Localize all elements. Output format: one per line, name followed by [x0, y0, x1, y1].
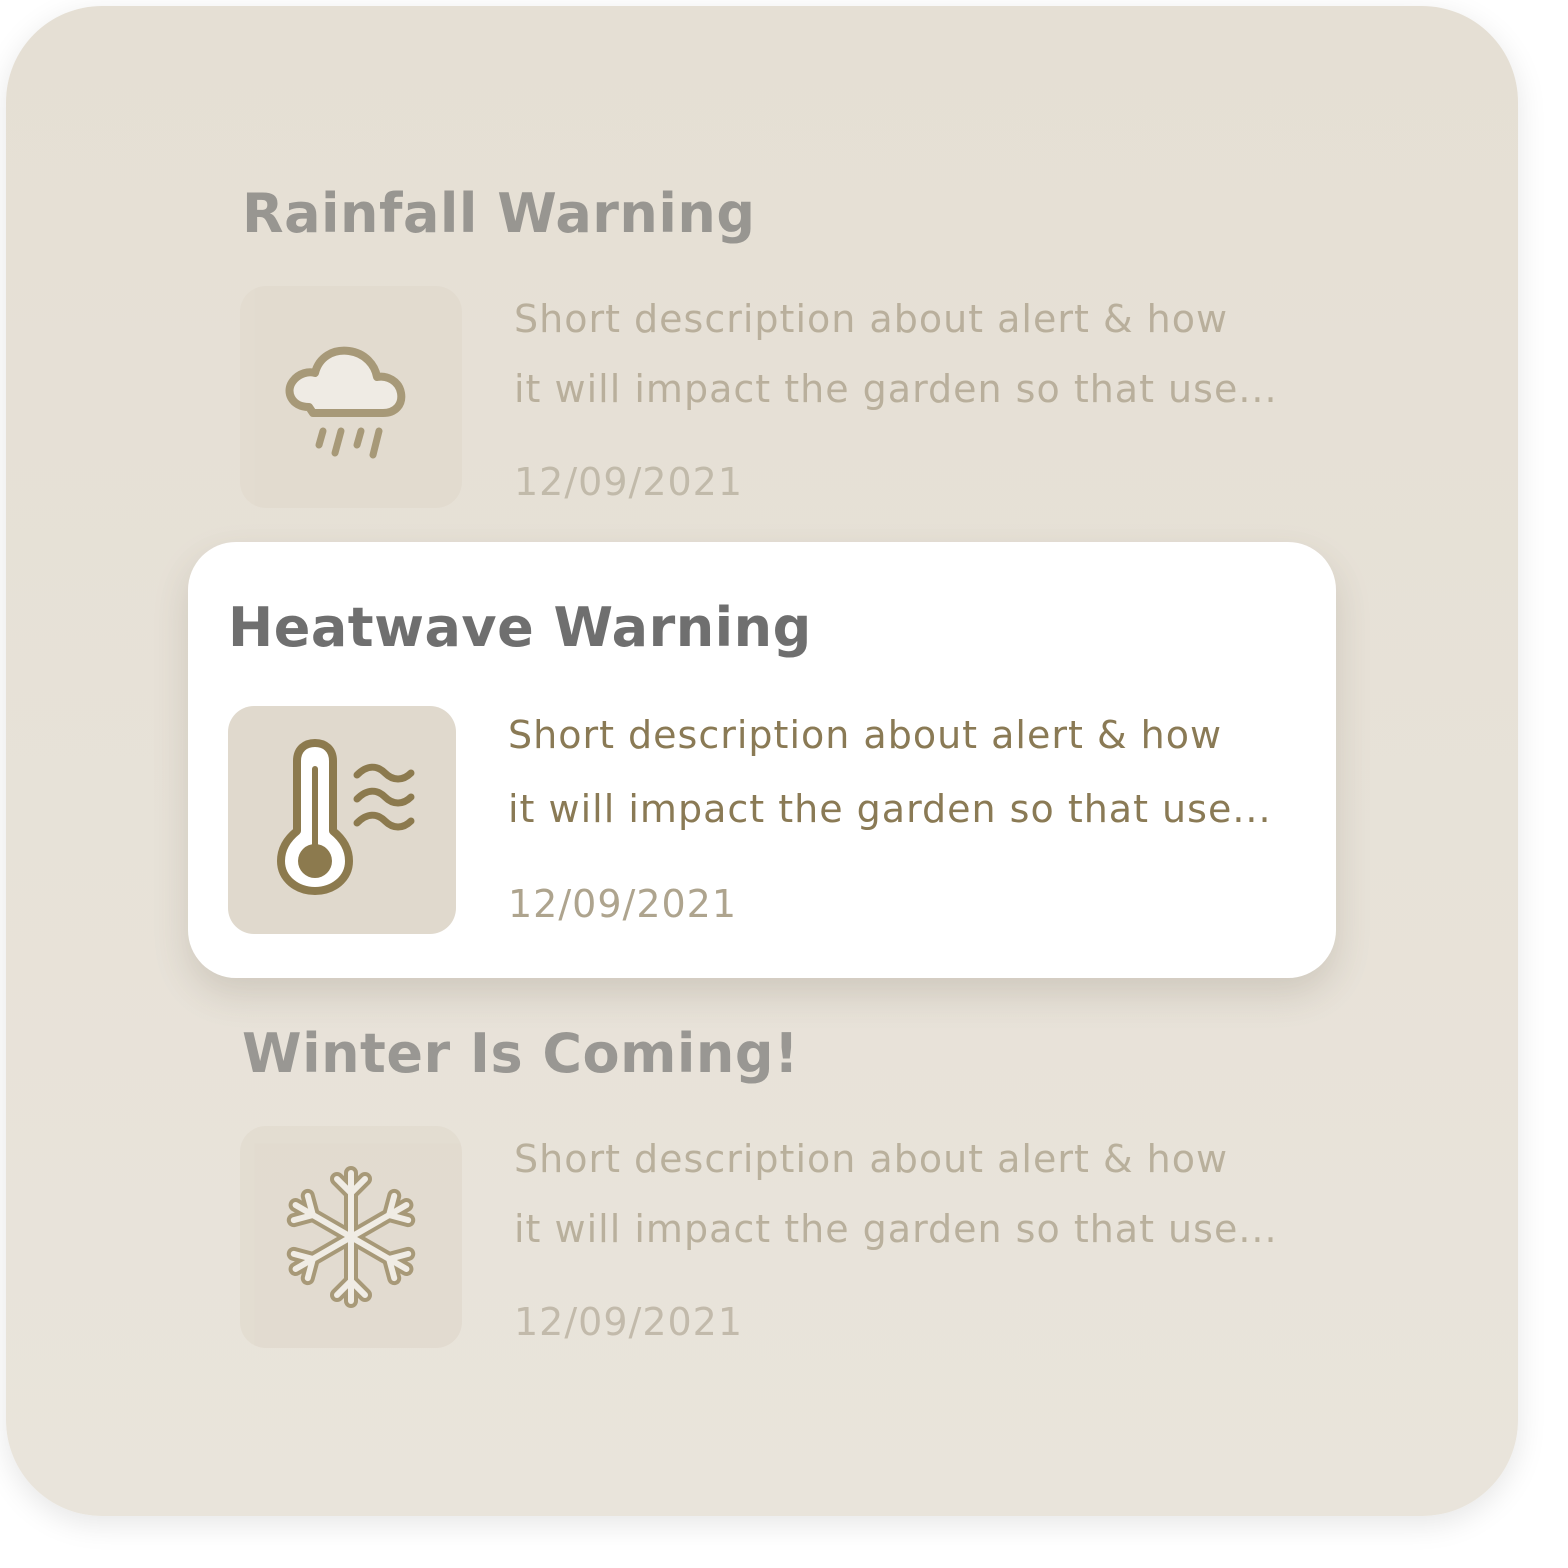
alert-description-line-2: it will impact the garden so that use...	[514, 367, 1278, 411]
alert-description-line-1: Short description about alert & how	[508, 713, 1223, 757]
alert-description: Short description about alert & how it w…	[514, 1124, 1314, 1264]
alert-description: Short description about alert & how it w…	[508, 700, 1308, 844]
alert-date: 12/09/2021	[514, 1300, 744, 1344]
alert-title: Heatwave Warning	[228, 596, 812, 659]
alert-item-winter[interactable]: Winter Is Coming! Short description abou…	[240, 1020, 1282, 1350]
thermometer-heat-icon	[277, 739, 415, 895]
alert-item-rainfall[interactable]: Rainfall Warning Short description about…	[240, 180, 1282, 510]
alert-item-heatwave[interactable]: Heatwave Warning Short description about…	[228, 594, 1308, 934]
alert-description: Short description about alert & how it w…	[514, 284, 1314, 424]
alert-icon-box	[240, 1126, 462, 1348]
alert-title: Rainfall Warning	[242, 182, 756, 245]
snowflake-icon	[286, 1166, 416, 1308]
alert-icon-box	[228, 706, 456, 934]
alert-description-line-2: it will impact the garden so that use...	[514, 1207, 1278, 1251]
alert-description-line-2: it will impact the garden so that use...	[508, 787, 1272, 831]
alert-date: 12/09/2021	[514, 460, 744, 504]
alert-icon-box	[240, 286, 462, 508]
alert-title: Winter Is Coming!	[242, 1022, 800, 1085]
alert-description-line-1: Short description about alert & how	[514, 1137, 1229, 1181]
cloud-rain-icon	[285, 346, 406, 459]
alert-description-line-1: Short description about alert & how	[514, 297, 1229, 341]
alert-date: 12/09/2021	[508, 882, 738, 926]
